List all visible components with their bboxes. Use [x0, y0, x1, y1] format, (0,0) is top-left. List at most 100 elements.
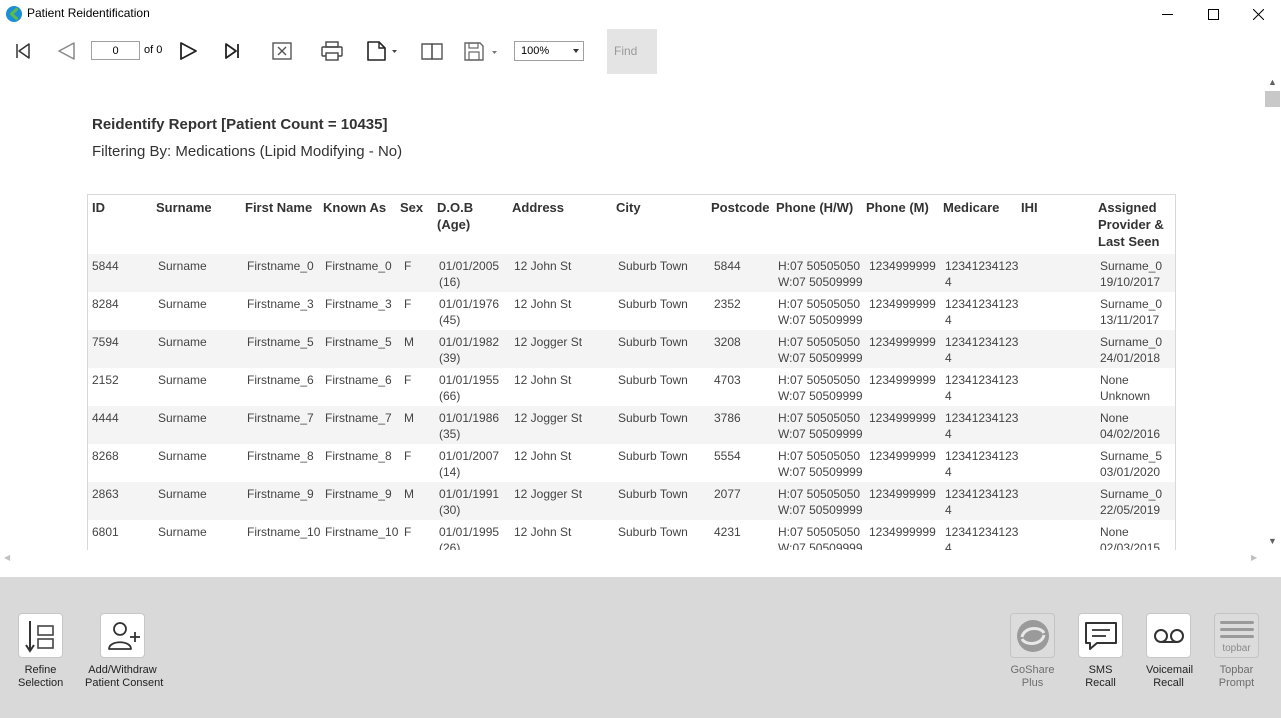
cell-value: Surname [158, 335, 207, 349]
page-count-label: of 0 [144, 44, 163, 56]
cell-value-secondary: 4 [945, 427, 952, 441]
add-withdraw-consent-button[interactable]: Add/Withdraw Patient Consent [85, 613, 163, 690]
close-button[interactable] [1235, 0, 1281, 28]
maximize-icon [1207, 8, 1219, 20]
cell-value: M [404, 411, 414, 425]
cell-value-secondary: W:07 50509999 [778, 351, 863, 365]
cell-value: Surname_5 [1100, 449, 1163, 463]
column-header-city: City [616, 200, 641, 215]
cell-city: Suburb Town [618, 486, 688, 502]
cell-value: 12341234123 [945, 411, 1019, 425]
cell-medicare1: 12341234123 4 [945, 334, 1018, 366]
cell-first: Firstname_5 [247, 334, 314, 350]
stop-button[interactable] [268, 37, 296, 65]
table-row: 4444 Surname Firstname_7 Firstname_7 M 01/01/… [88, 406, 1175, 444]
sms-label-line2: Recall [1085, 677, 1116, 689]
cell-value: 4444 [92, 411, 119, 425]
print-button[interactable] [318, 37, 346, 65]
cell-surname: Surname [158, 486, 207, 502]
column-header-surname: Surname [156, 200, 212, 215]
column-header-assigned-line2: Provider & [1098, 217, 1164, 232]
page-setup-button[interactable] [364, 37, 400, 65]
voicemail-label-line2: Recall [1153, 677, 1184, 689]
find-button[interactable]: Find [607, 29, 657, 74]
scroll-right-icon[interactable]: ▶ [1251, 553, 1257, 562]
topbar-logo-text: topbar [1222, 642, 1251, 654]
cell-value-secondary: (30) [439, 503, 461, 517]
cell-provider: Surname_0 19/10/2017 [1100, 258, 1162, 290]
cell-value: Firstname_8 [325, 449, 392, 463]
cell-value: Surname [158, 297, 207, 311]
first-page-button[interactable] [9, 37, 37, 65]
previous-page-button[interactable] [52, 37, 80, 65]
cell-sex: F [404, 258, 411, 274]
table-row: 6801 Surname Firstname_10 Firstname_10 F 01/0… [88, 520, 1175, 550]
cell-value: 01/01/1982 [439, 335, 500, 349]
report-title: Reidentify Report [Patient Count = 10435… [92, 116, 388, 133]
cell-surname: Surname [158, 448, 207, 464]
cell-id: 4444 [92, 410, 119, 426]
cell-address: 12 Jogger St [514, 334, 582, 350]
cell-value: Firstname_7 [325, 411, 392, 425]
column-header-assigned-line1: Assigned [1098, 200, 1157, 215]
report-viewer: Reidentify Report [Patient Count = 10435… [0, 74, 1264, 550]
minimize-button[interactable] [1144, 0, 1190, 28]
horizontal-scrollbar[interactable]: ◀ ▶ [0, 550, 1264, 567]
cell-id: 8284 [92, 296, 119, 312]
goshare-plus-button[interactable]: GoShare Plus [1010, 613, 1055, 690]
voicemail-icon [1146, 613, 1191, 658]
cell-value-secondary: (39) [439, 351, 461, 365]
cell-value: Firstname_6 [247, 373, 314, 387]
cell-value-secondary: 24/01/2018 [1100, 351, 1161, 365]
goshare-label-line2: Plus [1021, 677, 1044, 689]
cell-value: 2863 [92, 487, 119, 501]
zoom-select[interactable]: 100% [514, 41, 584, 61]
cell-value: Firstname_0 [325, 259, 392, 273]
page-number-input[interactable] [91, 41, 140, 60]
vertical-scrollbar[interactable]: ▲ ▼ [1264, 74, 1281, 550]
maximize-button[interactable] [1190, 0, 1236, 28]
column-header-dob: D.O.B (Age) [437, 199, 473, 233]
cell-address: 12 John St [514, 296, 571, 312]
cell-city: Suburb Town [618, 410, 688, 426]
cell-city: Suburb Town [618, 372, 688, 388]
layout-button[interactable] [418, 37, 446, 65]
last-page-button[interactable] [218, 37, 246, 65]
cell-provider: Surname_0 13/11/2017 [1100, 296, 1162, 328]
cell-phone-h: H:07 50505050 W:07 50509999 [778, 296, 863, 328]
cell-value: None [1100, 373, 1129, 387]
cell-postcode: 4231 [714, 524, 741, 540]
cell-value: F [404, 259, 412, 273]
cell-value: 1234999999 [869, 525, 936, 539]
cell-provider: None 04/02/2016 [1100, 410, 1160, 442]
cell-value: 3786 [714, 411, 741, 425]
cell-provider: None Unknown [1100, 372, 1150, 404]
voicemail-recall-button[interactable]: Voicemail Recall [1146, 613, 1194, 690]
vertical-scroll-thumb[interactable] [1265, 91, 1280, 107]
scroll-down-icon[interactable]: ▼ [1268, 536, 1277, 546]
cell-medicare1: 12341234123 4 [945, 258, 1018, 290]
scroll-left-icon[interactable]: ◀ [4, 553, 10, 562]
last-page-icon [225, 43, 239, 59]
cell-value: H:07 50505050 [778, 487, 861, 501]
cell-value: Firstname_5 [325, 335, 392, 349]
topbar-prompt-button[interactable]: topbar Topbar Prompt [1214, 613, 1259, 690]
cell-value: Suburb Town [618, 335, 688, 349]
sms-recall-button[interactable]: SMS Recall [1078, 613, 1123, 690]
cell-value: Firstname_10 [247, 525, 321, 539]
cell-value: Firstname_3 [247, 297, 314, 311]
cell-phone-h: H:07 50505050 W:07 50509999 [778, 372, 863, 404]
cell-surname: Surname [158, 258, 207, 274]
cell-value: Firstname_8 [247, 449, 314, 463]
cell-value: Suburb Town [618, 449, 688, 463]
refine-selection-button[interactable]: Refine Selection [18, 613, 63, 690]
cell-value: 12 John St [514, 259, 572, 273]
cell-value: Surname [158, 259, 207, 273]
cell-value: Suburb Town [618, 373, 688, 387]
voicemail-label-line1: Voicemail [1146, 664, 1194, 676]
scroll-up-icon[interactable]: ▲ [1268, 77, 1277, 87]
cell-city: Suburb Town [618, 258, 688, 274]
next-page-button[interactable] [174, 37, 202, 65]
export-button[interactable] [462, 37, 500, 65]
cell-value: 12341234123 [945, 335, 1019, 349]
